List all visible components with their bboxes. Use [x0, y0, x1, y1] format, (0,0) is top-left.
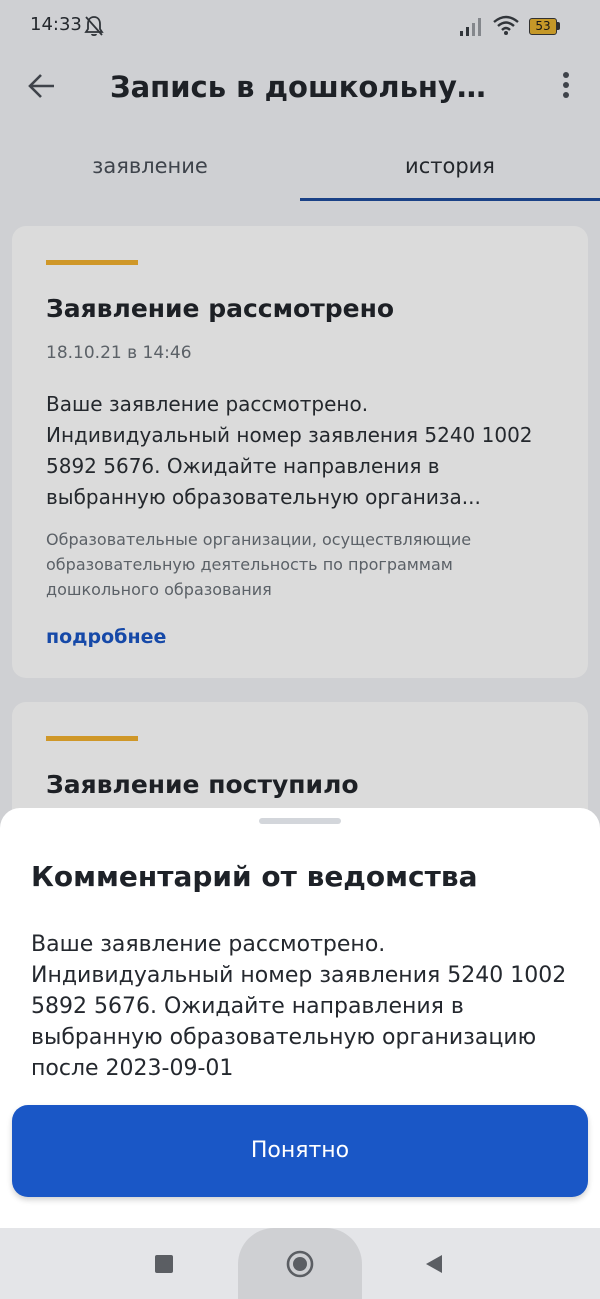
- back-triangle-icon[interactable]: [424, 1253, 444, 1275]
- bottom-sheet: Комментарий от ведомства Ваше заявление …: [0, 808, 600, 1228]
- sheet-drag-handle[interactable]: [259, 818, 341, 824]
- sheet-title: Комментарий от ведомства: [31, 860, 478, 893]
- sheet-text: Ваше заявление рассмотрено. Индивидуальн…: [31, 932, 567, 1081]
- ok-button[interactable]: Понятно: [12, 1105, 588, 1197]
- screen: 14:33 53 Запись в дошкольную ор.: [0, 0, 600, 1299]
- navigation-bar: [0, 1228, 600, 1299]
- recents-icon[interactable]: [155, 1255, 173, 1273]
- home-icon[interactable]: [285, 1249, 315, 1279]
